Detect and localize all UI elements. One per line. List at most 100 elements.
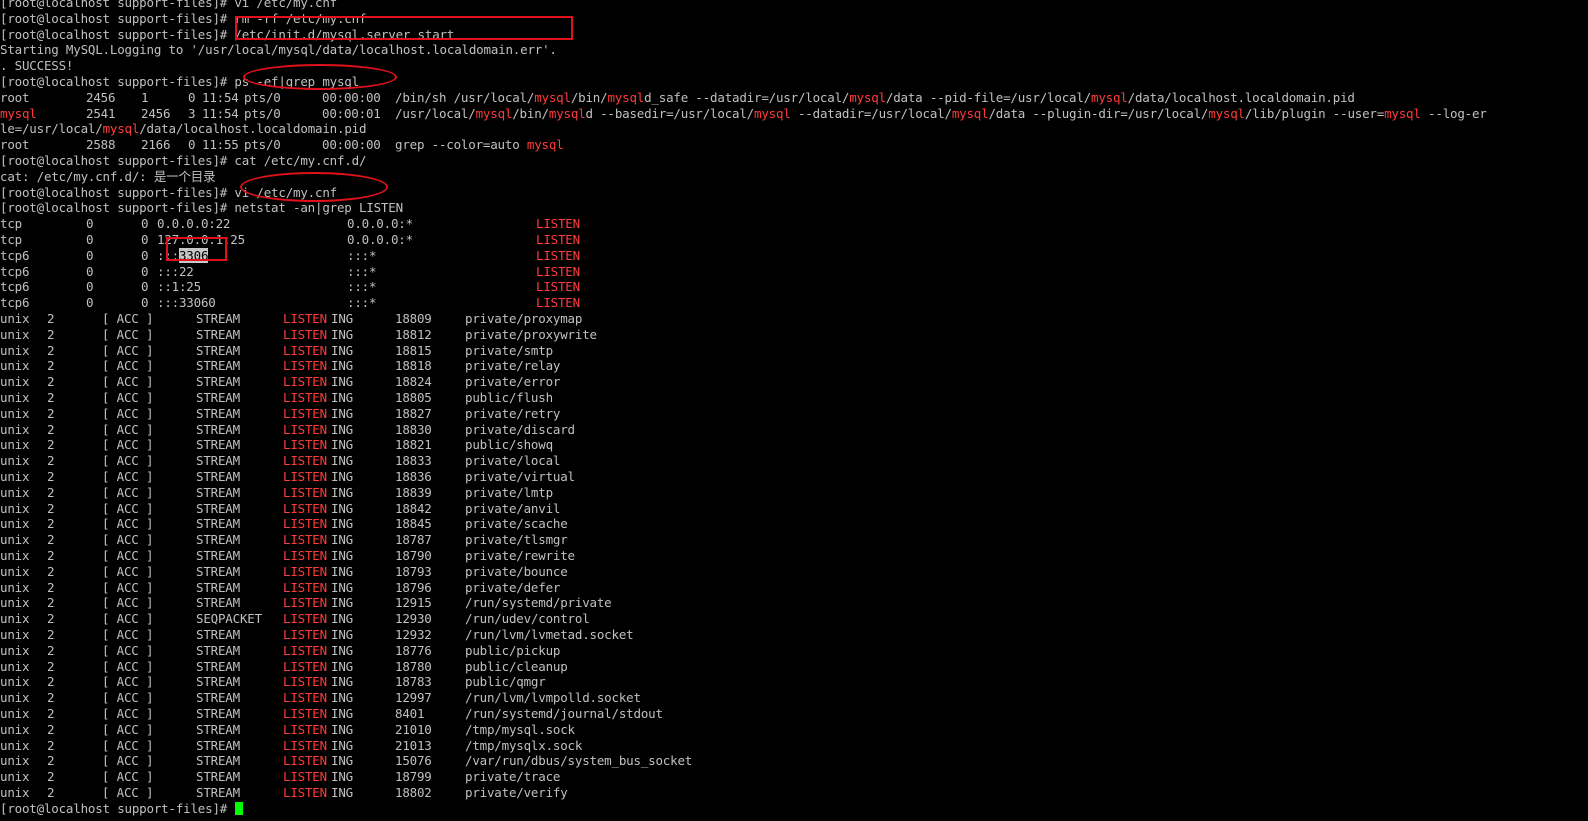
cursor-block[interactable]	[235, 801, 244, 815]
grep-match-highlight: mysql	[1208, 105, 1245, 121]
grep-match-highlight: mysql	[102, 121, 140, 137]
unix-flags: [ ACC ]	[102, 516, 154, 532]
tcp-foreign-address: :::*	[347, 279, 377, 295]
unix-state-rest: ING	[331, 706, 353, 721]
unix-state-match: LISTEN	[283, 721, 327, 737]
unix-path: private/scache	[465, 516, 568, 532]
unix-type: SEQPACKET	[196, 611, 262, 627]
unix-state-rest: ING	[331, 674, 353, 690]
unix-refcnt: 2	[47, 421, 55, 437]
tcp-recvq: 0	[86, 295, 94, 311]
unix-path: public/showq	[465, 437, 553, 453]
unix-refcnt: 2	[47, 658, 55, 674]
unix-path: private/retry	[465, 405, 561, 421]
unix-proto: unix	[0, 642, 30, 658]
unix-state-rest: ING	[331, 595, 353, 611]
unix-refcnt: 2	[47, 579, 55, 595]
unix-inode: 18780	[395, 658, 432, 674]
unix-path: private/tlsmgr	[465, 532, 568, 548]
unix-proto: unix	[0, 532, 30, 548]
unix-state-match: LISTEN	[283, 390, 327, 405]
unix-proto: unix	[0, 326, 30, 342]
unix-type: STREAM	[196, 469, 240, 484]
unix-proto: unix	[0, 548, 30, 563]
grep-match-highlight: mysql	[526, 137, 564, 153]
unix-refcnt: 2	[47, 721, 55, 737]
unix-flags: [ ACC ]	[102, 548, 154, 563]
unix-path: private/lmtp	[465, 484, 553, 500]
unix-path: private/proxymap	[465, 311, 583, 326]
unix-inode: 12915	[395, 595, 432, 611]
grep-match-highlight: mysql	[1091, 89, 1128, 105]
unix-inode: 18818	[395, 358, 432, 374]
annotation-rect-port-3306	[166, 237, 227, 261]
unix-proto: unix	[0, 358, 30, 374]
line-text: Starting MySQL.Logging to '/usr/local/my…	[0, 42, 557, 58]
unix-inode: 12932	[395, 627, 432, 642]
unix-refcnt: 2	[47, 516, 55, 532]
unix-type: STREAM	[196, 421, 240, 437]
unix-flags: [ ACC ]	[102, 706, 154, 721]
unix-type: STREAM	[196, 785, 240, 800]
tcp-state: LISTEN	[536, 263, 580, 279]
unix-flags: [ ACC ]	[102, 437, 154, 453]
unix-state-match: LISTEN	[283, 595, 327, 611]
unix-inode: 18836	[395, 469, 432, 484]
unix-proto: unix	[0, 674, 30, 690]
unix-refcnt: 2	[47, 326, 55, 342]
unix-type: STREAM	[196, 627, 240, 642]
unix-state-match: LISTEN	[283, 753, 327, 769]
unix-refcnt: 2	[47, 453, 55, 469]
unix-state-match: LISTEN	[283, 453, 327, 469]
unix-inode: 18842	[395, 500, 432, 516]
command-line: [root@localhost support-files]# netstat …	[0, 200, 403, 216]
unix-state-rest: ING	[331, 358, 353, 374]
unix-type: STREAM	[196, 516, 240, 532]
ps-ppid: 2456	[141, 105, 171, 121]
unix-state-match: LISTEN	[283, 358, 327, 374]
ps-tty: pts/0	[244, 105, 281, 121]
terminal-window[interactable]: [root@localhost support-files]# vi /etc/…	[0, 0, 1588, 821]
unix-state-match: LISTEN	[283, 706, 327, 721]
unix-type: STREAM	[196, 390, 240, 405]
unix-flags: [ ACC ]	[102, 342, 154, 358]
unix-flags: [ ACC ]	[102, 421, 154, 437]
tcp-proto: tcp6	[0, 295, 30, 311]
unix-path: private/smtp	[465, 342, 553, 358]
unix-path: private/error	[465, 374, 561, 390]
line-text: cat: /etc/my.cnf.d/: 是一个目录	[0, 168, 216, 184]
tcp-recvq: 0	[86, 216, 94, 232]
grep-match-highlight: mysql	[475, 105, 513, 121]
unix-proto: unix	[0, 627, 30, 642]
grep-match-highlight: mysql	[534, 89, 571, 105]
grep-match-highlight: mysql	[849, 89, 886, 105]
line-text: [root@localhost support-files]# vi /etc/…	[0, 0, 337, 10]
unix-proto: unix	[0, 421, 30, 437]
unix-state-match: LISTEN	[283, 469, 327, 484]
unix-state-rest: ING	[331, 721, 353, 737]
ps-c: 0	[188, 89, 196, 105]
shell-prompt: [root@localhost support-files]#	[0, 800, 235, 816]
unix-state-rest: ING	[331, 579, 353, 595]
unix-inode: 18830	[395, 421, 432, 437]
tcp-sendq: 0	[141, 216, 149, 232]
unix-type: STREAM	[196, 737, 240, 753]
unix-path: private/local	[465, 453, 561, 469]
unix-state-match: LISTEN	[283, 785, 327, 800]
ps-time: 00:00:00	[322, 137, 381, 153]
unix-type: STREAM	[196, 342, 240, 358]
unix-inode: 21010	[395, 721, 432, 737]
unix-flags: [ ACC ]	[102, 579, 154, 595]
unix-state-rest: ING	[331, 390, 353, 405]
unix-inode: 18793	[395, 563, 432, 579]
tcp-sendq: 0	[141, 232, 149, 247]
ps-tty: pts/0	[244, 89, 281, 105]
unix-proto: unix	[0, 500, 30, 516]
unix-path: /run/systemd/journal/stdout	[465, 706, 663, 721]
unix-state-match: LISTEN	[283, 405, 327, 421]
unix-path: /var/run/dbus/system_bus_socket	[465, 753, 693, 769]
tcp-foreign-address: 0.0.0.0:*	[347, 216, 413, 232]
unix-state-match: LISTEN	[283, 674, 327, 690]
unix-state-match: LISTEN	[283, 311, 327, 326]
unix-state-match: LISTEN	[283, 421, 327, 437]
